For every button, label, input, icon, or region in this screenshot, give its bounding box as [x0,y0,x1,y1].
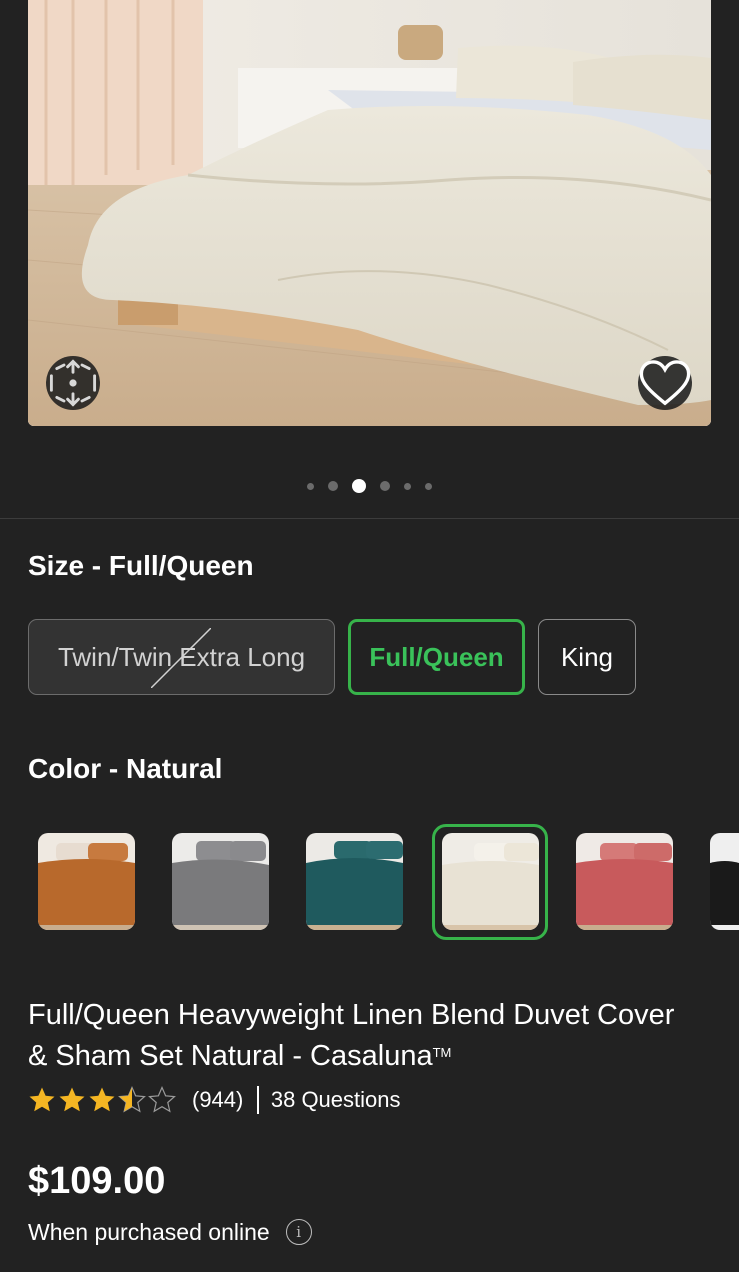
product-title-text: Full/Queen Heavyweight Linen Blend Duvet… [28,999,675,1072]
size-heading: Size - Full/Queen [28,550,254,581]
carousel-dot-active[interactable] [352,479,366,493]
color-swatch-natural[interactable] [442,833,539,930]
swatch-image [38,833,135,930]
color-swatch-teal[interactable] [306,833,403,930]
ar-view-button[interactable] [46,356,100,410]
size-option-label: King [560,641,614,672]
review-count[interactable]: (944) [192,1087,243,1113]
swatch-image [172,833,269,930]
swatch-image [710,833,739,930]
size-option-full-queen[interactable]: Full/Queen [348,619,525,695]
size-option-label: Full/Queen [369,641,504,672]
carousel-dot[interactable] [425,482,432,490]
rating-separator [257,1086,259,1114]
size-option-king[interactable]: King [538,619,636,695]
size-option-twin[interactable]: Twin/Twin Extra Long [28,619,335,695]
rating-row[interactable]: (944) 38 Questions [28,1084,401,1116]
color-swatch-gray[interactable] [172,833,269,930]
size-option-label: Twin/Twin Extra Long [57,641,306,672]
color-swatches [0,824,739,940]
color-heading: Color - Natural [28,753,223,784]
ar-view-icon [49,359,97,407]
product-page: Size - Full/Queen Twin/Twin Extra Long F… [0,0,739,1272]
carousel-dot[interactable] [328,481,338,491]
product-title: Full/Queen Heavyweight Linen Blend Duvet… [28,996,688,1075]
product-price: $109.00 [28,1160,166,1202]
price-note-row: When purchased online i [28,1216,312,1248]
favorite-button[interactable] [638,356,692,410]
questions-link[interactable]: 38 Questions [271,1087,401,1113]
swatch-image [306,833,403,930]
product-image[interactable] [28,0,711,426]
color-swatch-rust[interactable] [38,833,135,930]
section-divider [0,518,739,519]
info-icon[interactable]: i [285,1219,312,1245]
bed-photo [28,0,711,426]
color-swatch-rose[interactable] [576,833,673,930]
swatch-image [576,833,673,930]
star-rating [28,1086,178,1114]
trademark-symbol: TM [432,1045,452,1060]
price-note: When purchased online [28,1218,270,1245]
color-swatch-black[interactable] [710,833,739,930]
star-icon [29,1086,176,1112]
heart-icon [639,360,691,406]
carousel-dot[interactable] [307,482,314,490]
carousel-dot[interactable] [404,482,411,490]
image-carousel-dots[interactable] [0,478,739,494]
carousel-dot[interactable] [380,481,390,491]
swatch-image [442,833,539,930]
